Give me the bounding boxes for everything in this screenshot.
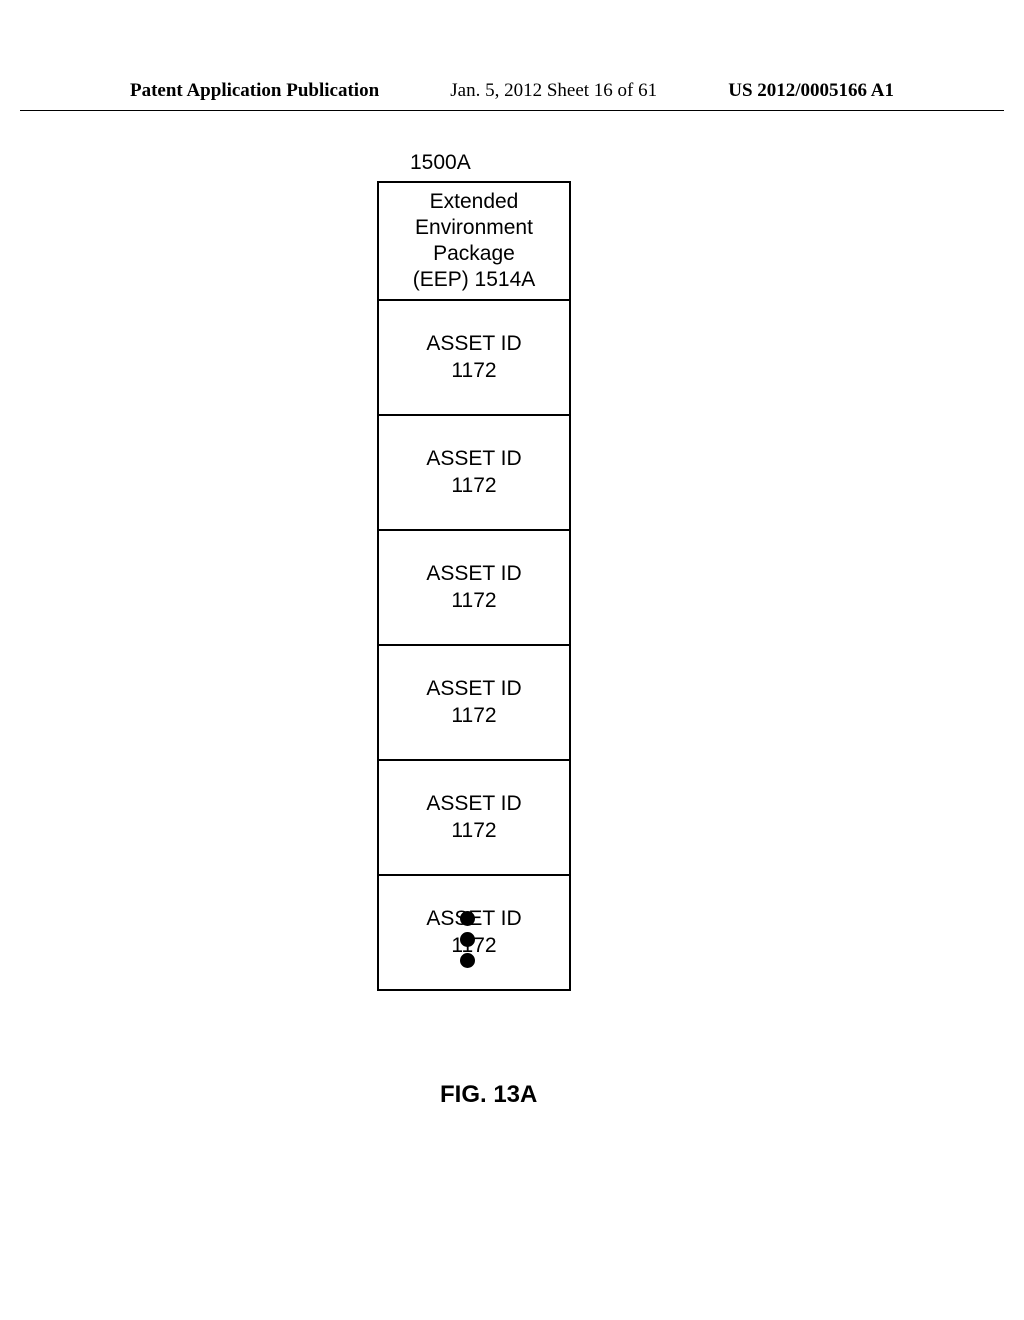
page-header: Patent Application Publication Jan. 5, 2… (20, 0, 1004, 111)
header-right: US 2012/0005166 A1 (728, 80, 894, 102)
eep-line2: Environment (415, 215, 533, 241)
dot-icon (460, 953, 475, 968)
asset-id-ref: 1172 (451, 358, 496, 384)
eep-line3: Package (433, 241, 515, 267)
eep-header-cell: Extended Environment Package (EEP) 1514A (379, 183, 569, 301)
eep-line1: Extended (430, 189, 519, 215)
dot-icon (460, 932, 475, 947)
asset-id-label: ASSET ID (426, 791, 521, 817)
figure-label: FIG. 13A (440, 1081, 537, 1109)
asset-id-cell: ASSET ID 1172 (379, 531, 569, 646)
asset-id-ref: 1172 (451, 473, 496, 499)
asset-id-ref: 1172 (451, 703, 496, 729)
eep-line4: (EEP) 1514A (413, 267, 536, 293)
asset-id-cell: ASSET ID 1172 (379, 761, 569, 876)
asset-id-ref: 1172 (451, 818, 496, 844)
asset-id-label: ASSET ID (426, 446, 521, 472)
header-left: Patent Application Publication (130, 80, 379, 102)
reference-number-top: 1500A (410, 151, 471, 175)
diagram-stack: Extended Environment Package (EEP) 1514A… (377, 181, 571, 991)
asset-id-ref: 1172 (451, 588, 496, 614)
dot-icon (460, 911, 475, 926)
asset-id-cell: ASSET ID 1172 (379, 301, 569, 416)
asset-id-label: ASSET ID (426, 331, 521, 357)
asset-id-label: ASSET ID (426, 676, 521, 702)
header-center: Jan. 5, 2012 Sheet 16 of 61 (450, 80, 657, 102)
asset-id-label: ASSET ID (426, 561, 521, 587)
asset-id-cell: ASSET ID 1172 (379, 646, 569, 761)
vertical-ellipsis-icon (460, 911, 475, 968)
asset-id-cell: ASSET ID 1172 (379, 416, 569, 531)
